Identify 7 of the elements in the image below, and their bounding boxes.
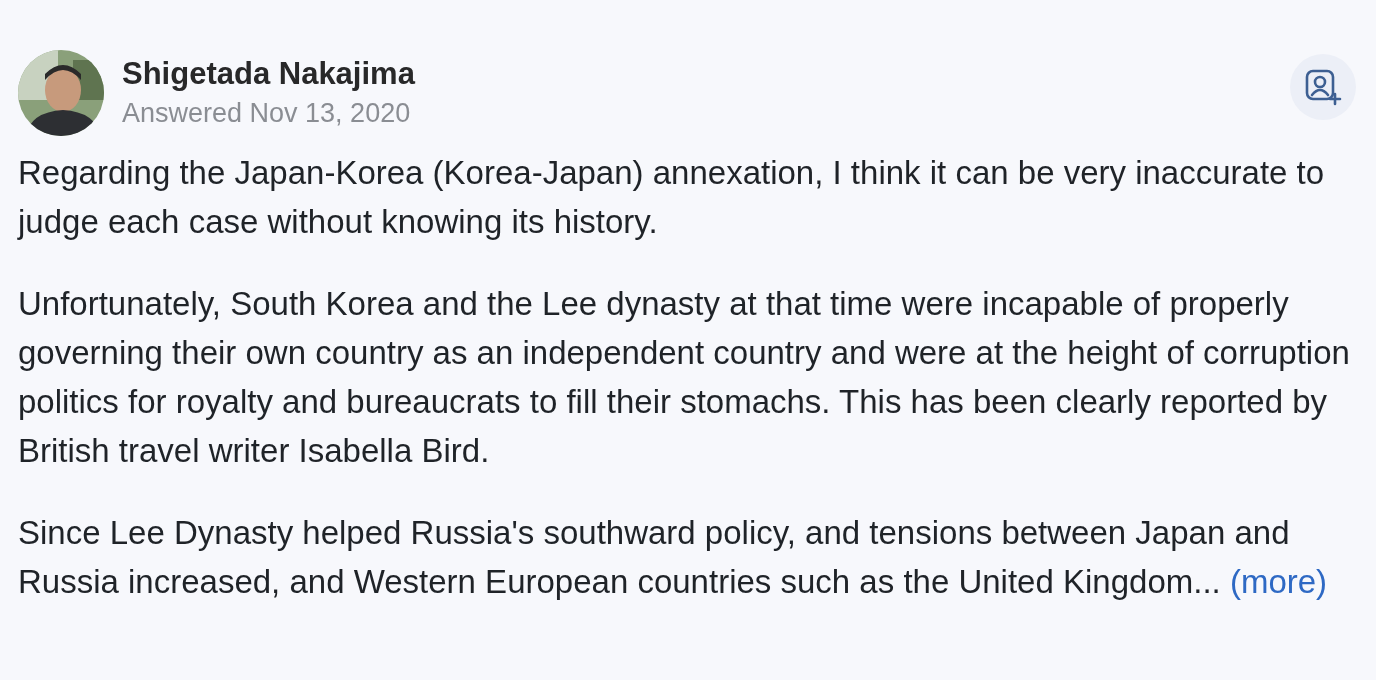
person-add-icon	[1304, 68, 1342, 106]
author-name[interactable]: Shigetada Nakajima	[122, 56, 1272, 92]
answer-paragraph: Since Lee Dynasty helped Russia's southward policy, and tensions between Japan and Russia increased, and Western European countries such as the United Kingdom... (more)	[18, 513, 1329, 602]
more-link[interactable]: (more)	[1229, 563, 1328, 600]
answer-paragraph: Unfortunately, South Korea and the Lee dynasty at that time were incapable of properly governing their own country as an independent country and were at the height of corruption politics for royalty and bureaucrats to fill their stomachs. This has been clearly reported by British travel writer Isabella Bird.	[18, 284, 1351, 471]
answer-date: Answered Nov 13, 2020	[122, 98, 412, 129]
answer-paragraph: Regarding the Japan-Korea (Korea-Japan) annexation, I think it can be very inaccurate to judge each case without knowing its history.	[18, 153, 1326, 242]
